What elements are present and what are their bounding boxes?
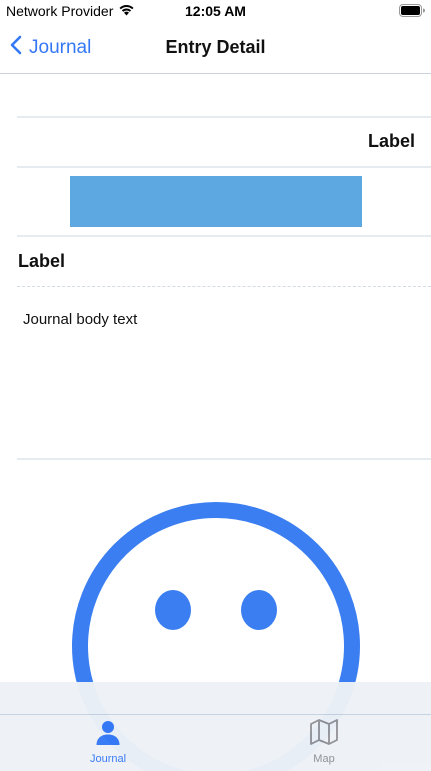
- tab-journal[interactable]: Journal: [53, 718, 163, 765]
- divider: [17, 116, 431, 118]
- tab-map[interactable]: Map: [269, 718, 379, 765]
- status-bar: Network Provider 12:05 AM: [0, 0, 431, 24]
- tab-journal-label: Journal: [89, 753, 127, 765]
- journal-body-text: Journal body text: [23, 311, 138, 328]
- battery-icon: [399, 4, 425, 20]
- page-title: Entry Detail: [165, 37, 266, 57]
- tab-bar-divider: [0, 714, 431, 715]
- top-label: Label: [367, 131, 415, 151]
- divider: [17, 166, 431, 168]
- divider: [17, 235, 431, 237]
- divider: [17, 458, 431, 460]
- tab-map-label: Map: [313, 753, 335, 765]
- second-label: Label: [18, 251, 66, 271]
- divider: [17, 286, 431, 287]
- status-time: 12:05 AM: [185, 3, 246, 19]
- person-icon: [94, 721, 122, 750]
- navigation-bar: Journal Entry Detail: [0, 24, 431, 74]
- color-block: [70, 176, 362, 227]
- map-icon: [309, 719, 339, 750]
- entry-detail-screen: Network Provider 12:05 AM Journal Entry …: [0, 0, 431, 771]
- tab-bar: Journal Map: [0, 682, 431, 771]
